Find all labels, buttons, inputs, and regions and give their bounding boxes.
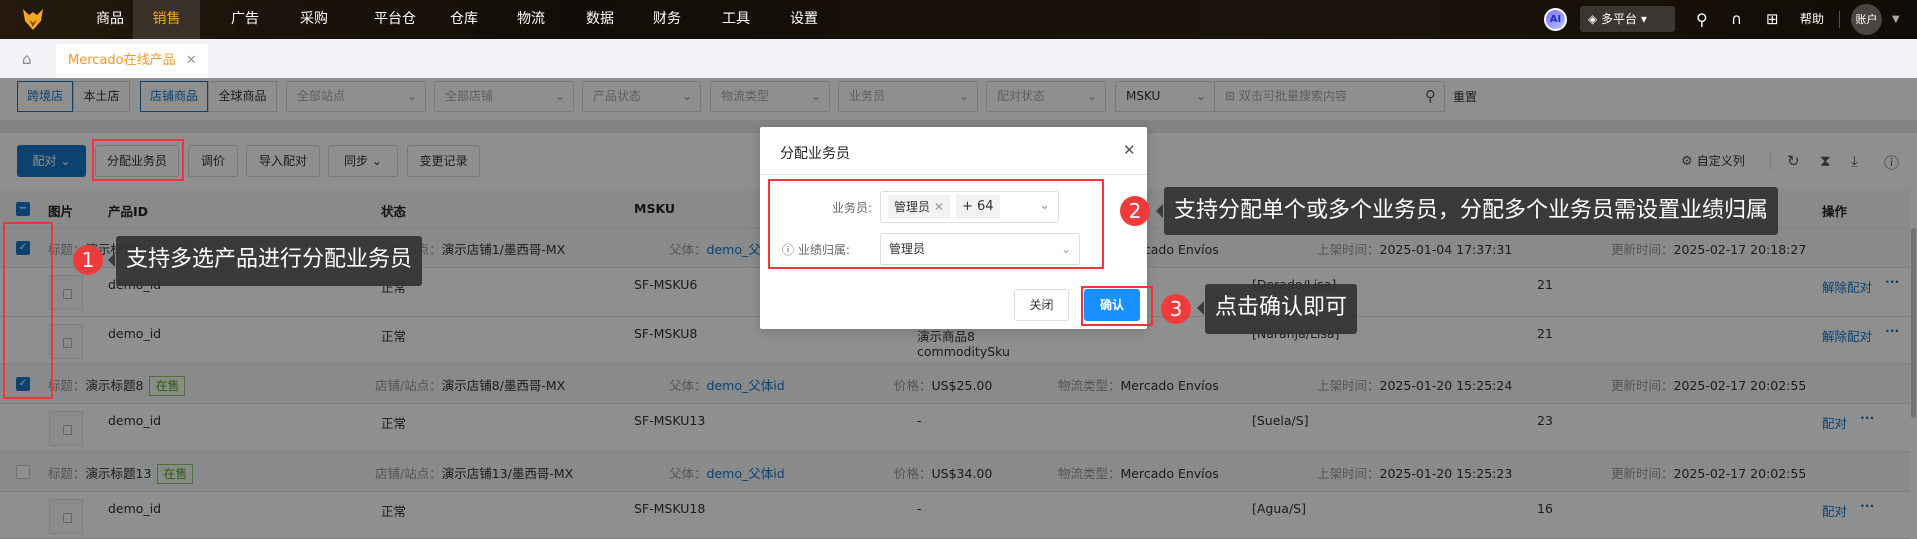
help-link[interactable]: 帮助 [1800, 0, 1824, 39]
tab-label: Mercado在线产品 [68, 53, 176, 68]
nav-divider [1839, 11, 1840, 28]
highlight-confirm-button [1081, 286, 1153, 326]
step-3-badge: 3 [1161, 294, 1191, 324]
nav-item-ads[interactable]: 广告 [223, 0, 267, 39]
nav-item-logistics[interactable]: 物流 [509, 0, 553, 39]
nav-item-platform-warehouse[interactable]: 平台仓 [366, 0, 424, 39]
step-1-badge: 1 [73, 245, 103, 275]
nav-item-warehouse[interactable]: 仓库 [442, 0, 486, 39]
platform-switcher[interactable]: ◈ 多平台 ▾ [1580, 6, 1675, 32]
account-caret-icon[interactable]: ▼ [1892, 0, 1900, 39]
headset-icon[interactable]: ∩ [1731, 0, 1742, 39]
tab-mercado-online-products[interactable]: Mercado在线产品 ✕ [56, 44, 208, 78]
close-icon[interactable]: ✕ [1123, 141, 1136, 159]
nav-item-data[interactable]: 数据 [578, 0, 622, 39]
dialog-divider [760, 174, 1147, 175]
fox-logo-icon[interactable] [20, 6, 46, 32]
callout-3: 点击确认即可 [1196, 284, 1358, 334]
caret-down-icon: ▾ [1637, 12, 1647, 26]
home-icon[interactable]: ⌂ [22, 50, 32, 68]
nav-item-tools[interactable]: 工具 [714, 0, 758, 39]
close-button[interactable]: 关闭 [1014, 289, 1069, 321]
step-2-badge: 2 [1120, 196, 1150, 226]
platform-icon: ◈ [1588, 12, 1602, 26]
search-icon[interactable]: ⚲ [1696, 0, 1708, 39]
account-avatar[interactable]: 账户 [1851, 4, 1882, 35]
nav-item-sales[interactable]: 销售 [133, 0, 200, 39]
callout-1: 支持多选产品进行分配业务员 [107, 236, 423, 286]
nav-item-purchase[interactable]: 采购 [292, 0, 336, 39]
highlight-dialog-fields [768, 179, 1104, 269]
nav-item-products[interactable]: 商品 [88, 0, 132, 39]
top-nav: 商品 销售 广告 采购 平台仓 仓库 物流 数据 财务 工具 设置 AI ◈ 多… [0, 0, 1917, 39]
highlight-checkbox-column [3, 222, 53, 399]
ai-button[interactable]: AI [1544, 8, 1567, 31]
dialog-title: 分配业务员 [780, 146, 850, 162]
callout-2: 支持分配单个或多个业务员，分配多个业务员需设置业绩归属 [1155, 187, 1779, 235]
platform-label: 多平台 [1601, 12, 1638, 26]
tab-bar [0, 39, 1917, 78]
apps-grid-icon[interactable]: ⊞ [1766, 0, 1779, 39]
nav-item-settings[interactable]: 设置 [782, 0, 826, 39]
highlight-assign-button [92, 139, 184, 181]
nav-item-finance[interactable]: 财务 [645, 0, 689, 39]
close-tab-icon[interactable]: ✕ [186, 53, 197, 68]
